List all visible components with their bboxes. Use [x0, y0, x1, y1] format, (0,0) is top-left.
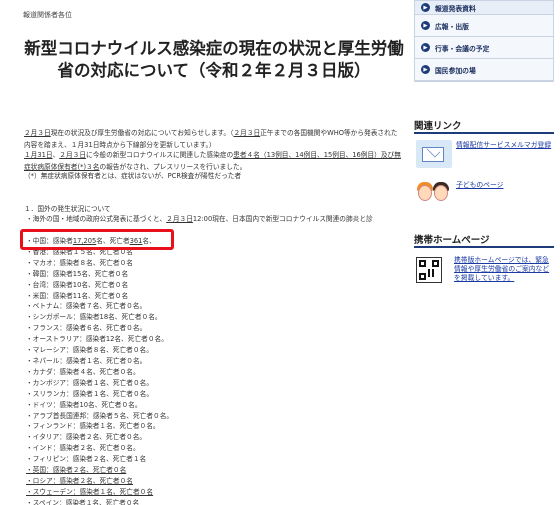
report-paragraph: １月31日、２月３日に今般の新型コロナウイルスに関連した感染症の患者４名（13例…	[24, 150, 402, 173]
country-case-item: ・マレーシア：感染者８名、死亡者０名。	[26, 345, 173, 356]
country-case-item: ・フランス：感染者６名、死亡者０名。	[26, 323, 173, 334]
related-links-heading: 関連リンク	[414, 121, 462, 132]
kids-page-link[interactable]: 子どものページ	[456, 181, 503, 190]
country-pre-text: ・マレーシア：感染者８名、死亡者０名。	[26, 346, 153, 355]
country-pre-text: ・シンガポール：感染者18名、死亡者０名。	[26, 313, 162, 322]
country-case-item: ・アラブ首長国連邦：感染者５名、死亡者０名。	[26, 411, 173, 422]
sidebar: ▶ 報道発表資料 ▶ 広報・出版 ▶ 行事・会議の予定 ▶ 国民参加の場 関連リンク 情…	[408, 0, 560, 505]
country-pre-text: ・スペイン：感染者１名、死亡者０名	[26, 498, 140, 505]
nav-item-events[interactable]: ▶ 行事・会議の予定	[415, 37, 553, 59]
mail-magazine-link[interactable]: 情報配信サービスメルマガ登録	[456, 141, 552, 150]
country-case-item: ・シンガポール：感染者18名、死亡者０名。	[26, 312, 173, 323]
intro-text: 現在の状況及び厚生労働省の対応についてお知らせします。（	[50, 129, 234, 137]
section-sub-text: ・海外の国・地域の政府公式発表に基づくと、２月３日12:00現在、日本国内で新型…	[26, 214, 402, 226]
country-case-item: ・ネパール：感染者１名、死亡者０名。	[26, 356, 173, 367]
country-case-item: ・米国：感染者11名、死亡者０名	[26, 291, 173, 302]
date-text: ２月３日	[24, 129, 51, 137]
country-case-item: ・フィリピン：感染者２名、死亡者１名	[26, 454, 173, 465]
sub-text: ・海外の国・地域の政府公式発表に基づくと、	[26, 215, 167, 223]
country-pre-text: ・ドイツ：感染者10名、死亡者０名。	[26, 400, 142, 409]
country-pre-text: ・米国：感染者11名、死亡者０名	[26, 291, 129, 300]
main-content: 報道関係者各位 新型コロナウイルス感染症の現在の状況と厚生労働省の対応について（…	[0, 0, 408, 505]
country-case-item: ・英国：感染者２名、死亡者０名	[26, 465, 173, 476]
country-pre-text: ・韓国：感染者15名、死亡者０名	[26, 269, 129, 278]
section-heading: １．国外の発生状況について	[24, 205, 111, 213]
nav-item-label: 国民参加の場	[435, 66, 476, 75]
country-case-item: ・フィンランド：感染者１名、死亡者０名。	[26, 421, 173, 432]
date-text: １月31日	[24, 151, 53, 159]
arrow-right-icon: ▶	[421, 3, 430, 12]
arrow-right-icon: ▶	[421, 65, 430, 74]
country-case-item: ・インド：感染者２名、死亡者０名。	[26, 443, 173, 454]
country-case-item: ・韓国：感染者15名、死亡者０名	[26, 269, 173, 280]
country-case-item: ・イタリア：感染者２名、死亡者０名。	[26, 432, 173, 443]
arrow-right-icon: ▶	[421, 43, 430, 52]
mail-magazine-icon[interactable]	[416, 140, 452, 168]
country-case-item: ・スウェーデン：感染者１名、死亡者０名	[26, 487, 173, 498]
country-pre-text: ・スリランカ：感染者１名、死亡者０名。	[26, 389, 154, 398]
nav-item-label: 報道発表資料	[435, 4, 476, 13]
country-pre-text: ・英国：感染者２名、死亡者０名	[26, 466, 127, 475]
child-face-icon	[418, 185, 432, 201]
country-case-item: ・スリランカ：感染者１名、死亡者０名。	[26, 389, 173, 400]
divider	[414, 246, 554, 248]
nav-item-participation[interactable]: ▶ 国民参加の場	[415, 59, 553, 81]
country-pre-text: ・アラブ首長国連邦：感染者５名、死亡者０名。	[26, 411, 174, 420]
mobile-site-heading: 携帯ホームページ	[414, 235, 490, 246]
nav-item-label: 行事・会議の予定	[435, 44, 490, 53]
mobile-site-link[interactable]: 携帯版ホームページでは、緊急情報や厚生労働省のご案内などを掲載しています。	[454, 256, 554, 283]
nav-item-publications[interactable]: ▶ 広報・出版	[415, 15, 553, 37]
country-pre-text: ・インド：感染者２名、死亡者０名。	[26, 444, 140, 453]
country-pre-text: ・フランス：感染者６名、死亡者０名。	[26, 324, 147, 333]
country-case-item: ・ロシア：感染者２名、死亡者０名	[26, 476, 173, 487]
child-face-icon	[434, 185, 448, 201]
country-pre-text: ・ネパール：感染者１名、死亡者０名。	[26, 356, 147, 365]
country-pre-text: ・カナダ：感染者４名、死亡者０名。	[26, 367, 140, 376]
country-pre-text: ・フィンランド：感染者１名、死亡者０名。	[26, 422, 160, 431]
country-pre-text: ・ベトナム：感染者７名、死亡者０名。	[26, 302, 147, 311]
report-text: に今般の新型コロナウイルスに関連した感染症の	[86, 151, 234, 159]
country-case-list: ・中国：感染者17,205名、死亡者361名、 ・香港：感染者１５名、死亡者０名・…	[26, 236, 173, 505]
country-case-item: ・スペイン：感染者１名、死亡者０名	[26, 498, 173, 505]
country-case-item: ・オーストラリア：感染者12名、死亡者０名。	[26, 334, 173, 345]
country-case-item: ・マカオ：感染者８名、死亡者０名	[26, 258, 173, 269]
recipients-line: 報道関係者各位	[23, 11, 72, 19]
country-case-item: ・台湾：感染者10名、死亡者０名	[26, 280, 173, 291]
qr-code-icon	[416, 257, 442, 283]
country-case-item: ・ドイツ：感染者10名、死亡者０名。	[26, 400, 173, 411]
footnote-paragraph: （*）無症状病原体保有者とは、症状はないが、PCR検査が陽性だった者	[24, 172, 242, 180]
country-pre-text: ・マカオ：感染者８名、死亡者０名	[26, 258, 133, 267]
country-pre-text: ・イタリア：感染者２名、死亡者０名。	[26, 433, 147, 442]
country-pre-text: ・オーストラリア：感染者12名、死亡者０名。	[26, 335, 168, 344]
highlight-annotation-box	[20, 229, 174, 250]
date-text: ２月３日	[233, 129, 261, 137]
nav-item-label: 広報・出版	[435, 22, 469, 31]
report-text: の報告がなされ、プレスリリースを行いました。	[99, 162, 247, 171]
kids-page-icon[interactable]	[416, 177, 452, 209]
date-text: ２月３日	[59, 151, 87, 159]
page-title: 新型コロナウイルス感染症の現在の状況と厚生労働省の対応について（令和２年２月３日…	[24, 39, 404, 80]
country-pre-text: ・カンボジア：感染者１名、死亡者０名。	[26, 378, 154, 387]
sidebar-nav: ▶ 報道発表資料 ▶ 広報・出版 ▶ 行事・会議の予定 ▶ 国民参加の場	[414, 0, 554, 82]
nav-item-press-releases[interactable]: ▶ 報道発表資料	[415, 1, 553, 15]
date-text: ２月３日	[166, 215, 193, 223]
country-pre-text: ・スウェーデン：感染者１名、死亡者０名	[26, 487, 154, 496]
country-case-item: ・カンボジア：感染者１名、死亡者０名。	[26, 378, 173, 389]
divider	[414, 132, 554, 134]
envelope-icon	[422, 147, 444, 162]
country-case-item: ・ベトナム：感染者７名、死亡者０名。	[26, 301, 173, 312]
arrow-right-icon: ▶	[421, 21, 430, 30]
sub-text: 12:00現在、日本国内で新型コロナウイルス関連の肺炎と診	[192, 215, 373, 223]
country-pre-text: ・ロシア：感染者２名、死亡者０名	[26, 476, 133, 485]
country-case-item: ・カナダ：感染者４名、死亡者０名。	[26, 367, 173, 378]
country-pre-text: ・台湾：感染者10名、死亡者０名	[26, 280, 129, 289]
intro-paragraph: ２月３日現在の状況及び厚生労働省の対応についてお知らせします。（２月３日正午まで…	[24, 128, 402, 151]
country-pre-text: ・フィリピン：感染者２名、死亡者１名	[26, 455, 147, 464]
